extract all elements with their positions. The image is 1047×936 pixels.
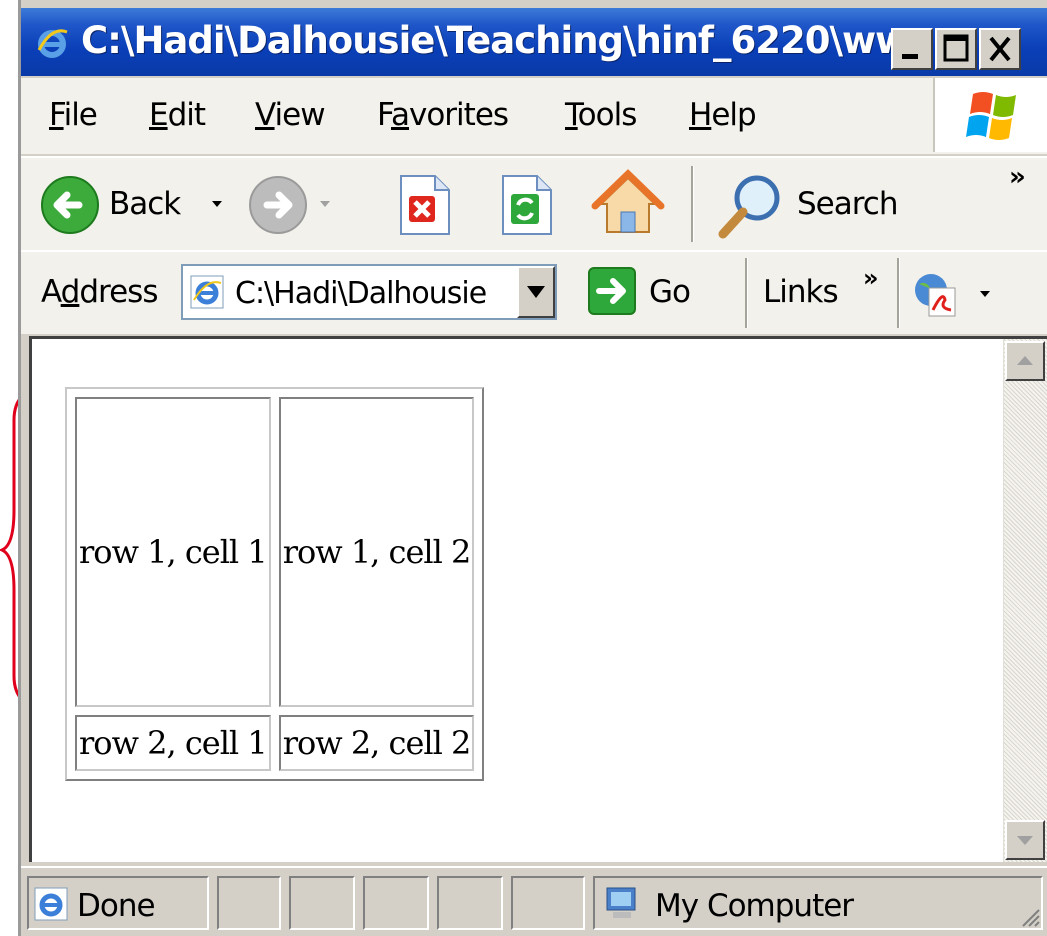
maximize-button[interactable] (935, 28, 977, 70)
table-cell: row 2, cell 1 (75, 715, 271, 771)
close-icon (989, 36, 1011, 62)
minimize-icon (902, 54, 918, 59)
search-button-label[interactable]: Search (797, 186, 899, 222)
table-cell: row 2, cell 2 (278, 715, 475, 771)
page-content: row 1, cell 1 row 1, cell 2 row 2, cell … (29, 336, 1047, 862)
table-row: row 2, cell 1 row 2, cell 2 (75, 715, 475, 771)
status-bar: Done My Computer (21, 866, 1047, 936)
go-button-label[interactable]: Go (649, 274, 691, 310)
address-bar: Address C:\Hadi\Dalhousie Go Links » (21, 250, 1047, 334)
menu-edit[interactable]: Edit (149, 97, 206, 133)
title-bar[interactable]: C:\Hadi\Dalhousie\Teaching\hinf_6220\ww.… (21, 8, 1047, 76)
status-panel (217, 876, 281, 930)
close-button[interactable] (979, 28, 1021, 70)
status-panel (363, 876, 429, 930)
pdf-convert-icon[interactable] (909, 270, 959, 318)
status-panel (511, 876, 585, 930)
chevron-up-icon (1017, 356, 1033, 365)
menu-bar: File Edit View Favorites Tools Help (21, 78, 1047, 154)
ie-page-icon (190, 275, 224, 309)
home-icon[interactable] (591, 168, 665, 238)
menu-view[interactable]: View (255, 97, 326, 133)
forward-dropdown-icon[interactable] (317, 196, 333, 212)
html-table: row 1, cell 1 row 1, cell 2 row 2, cell … (65, 387, 485, 781)
menu-help[interactable]: Help (689, 97, 757, 133)
address-separator (745, 258, 748, 328)
vertical-scrollbar[interactable] (1003, 339, 1047, 862)
toolbar-overflow-chevron[interactable]: » (1009, 162, 1026, 192)
maximize-icon (943, 34, 969, 62)
back-arrow-icon[interactable] (39, 174, 101, 236)
scroll-up-button[interactable] (1005, 341, 1045, 381)
menu-favorites[interactable]: Favorites (377, 97, 509, 133)
stop-icon[interactable] (395, 172, 455, 238)
pdf-dropdown-icon[interactable] (977, 286, 993, 302)
table-cell: row 1, cell 1 (75, 397, 271, 707)
toolbar-separator (691, 166, 694, 242)
ie-page-icon (34, 887, 68, 921)
status-panel (289, 876, 355, 930)
table-row: row 1, cell 1 row 1, cell 2 (75, 397, 475, 707)
forward-arrow-icon[interactable] (247, 174, 309, 236)
address-input[interactable]: C:\Hadi\Dalhousie (181, 264, 557, 320)
status-text: Done (77, 888, 156, 924)
resize-grip-icon[interactable] (1017, 904, 1041, 928)
chevron-down-icon (527, 286, 545, 298)
links-label[interactable]: Links (763, 274, 839, 310)
window-title: C:\Hadi\Dalhousie\Teaching\hinf_6220\ww.… (81, 19, 946, 62)
links-overflow-chevron[interactable]: » (863, 264, 878, 292)
status-zone-text: My Computer (655, 888, 854, 924)
browser-window: C:\Hadi\Dalhousie\Teaching\hinf_6220\ww.… (18, 0, 1047, 936)
refresh-icon[interactable] (497, 172, 557, 238)
minimize-button[interactable] (891, 28, 933, 70)
back-dropdown-icon[interactable] (209, 196, 225, 212)
go-arrow-icon[interactable] (587, 266, 637, 316)
table-cell: row 1, cell 2 (278, 397, 475, 707)
my-computer-icon (606, 887, 636, 918)
search-icon[interactable] (713, 170, 787, 242)
menu-tools[interactable]: Tools (565, 97, 637, 133)
windows-logo-box (933, 78, 1047, 152)
back-button-label[interactable]: Back (109, 186, 181, 222)
standard-toolbar: Back Search » (21, 156, 1047, 250)
ie-icon (37, 29, 68, 58)
menu-file[interactable]: File (49, 97, 98, 133)
address-dropdown-button[interactable] (517, 266, 555, 318)
status-panel-main: Done (27, 876, 209, 930)
status-panel-zone: My Computer (593, 876, 1043, 930)
address-label: Address (41, 274, 158, 310)
windows-flag-icon (966, 92, 1016, 140)
chevron-down-icon (1017, 836, 1033, 845)
address-value: C:\Hadi\Dalhousie (235, 276, 487, 311)
links-separator (897, 258, 900, 328)
scroll-down-button[interactable] (1005, 820, 1045, 860)
status-panel (437, 876, 503, 930)
